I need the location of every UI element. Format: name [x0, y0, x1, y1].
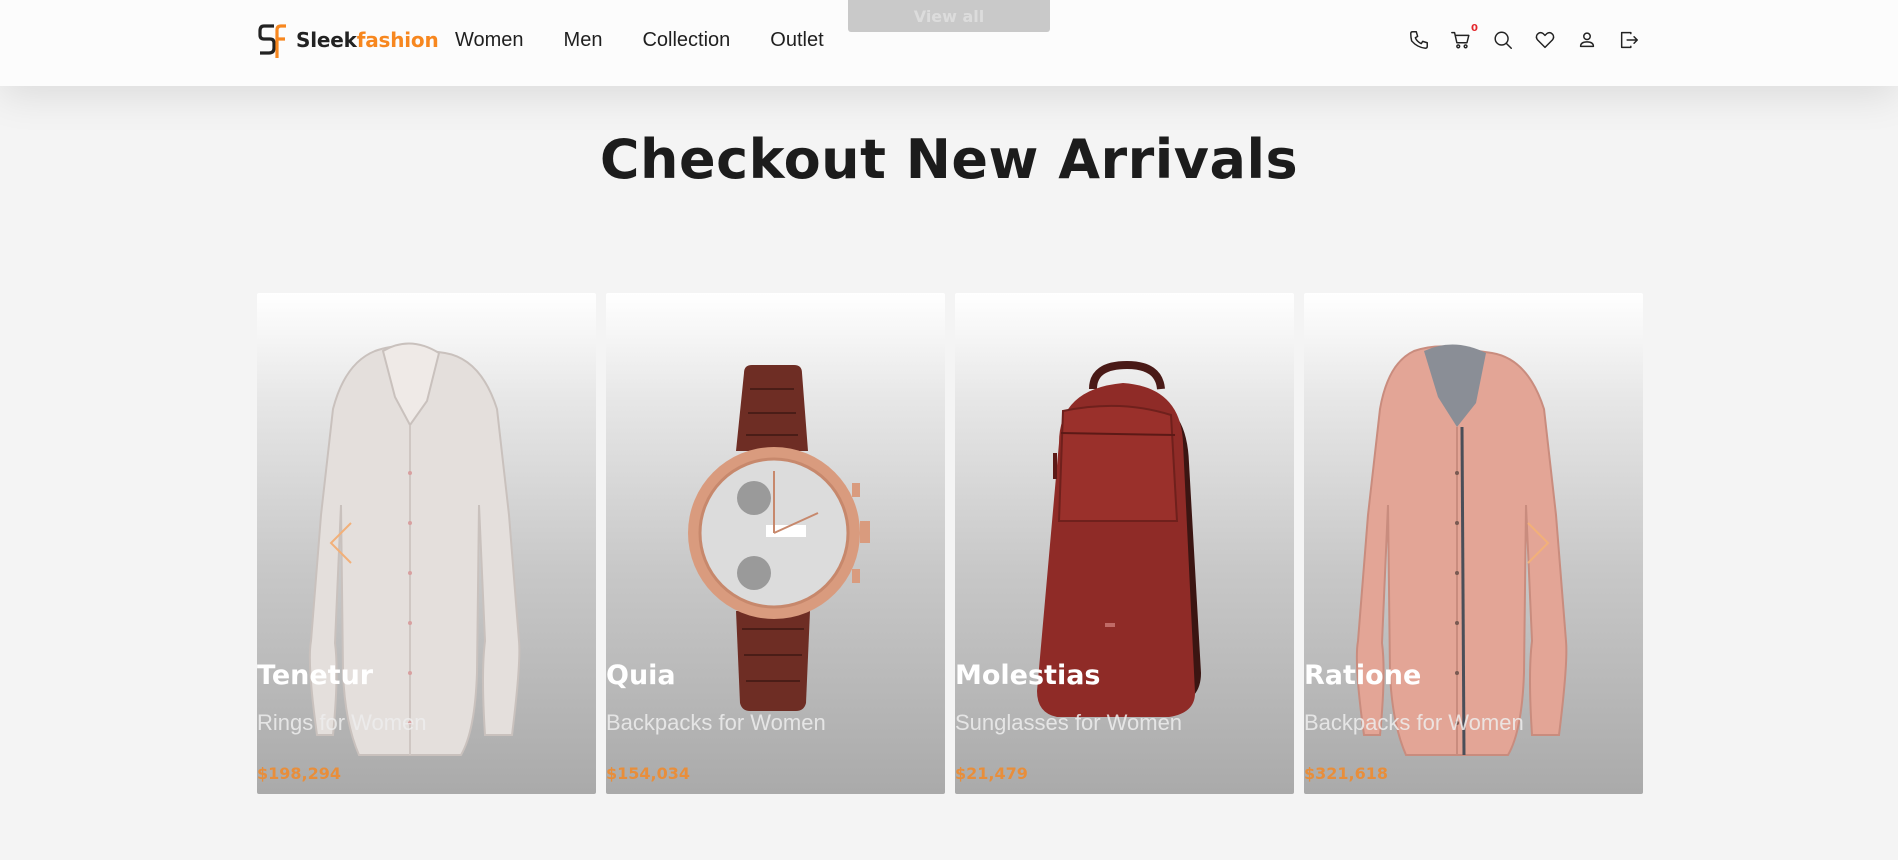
view-all-button[interactable]: View all [848, 0, 1050, 32]
nav-item-outlet[interactable]: Outlet [770, 29, 823, 52]
cart-icon[interactable]: 0 [1440, 23, 1482, 54]
product-name[interactable]: Ratione [1304, 660, 1421, 691]
product-card[interactable]: Molestias Sunglasses for Women $21,479 [955, 293, 1294, 794]
heart-icon[interactable] [1524, 26, 1566, 54]
logo-icon [258, 24, 286, 58]
search-icon[interactable] [1482, 26, 1524, 54]
product-card[interactable]: Tenetur Rings for Women $198,294 [257, 293, 596, 794]
product-category: Backpacks for Women [606, 710, 826, 735]
product-price: $198,294 [257, 764, 342, 783]
product-category: Rings for Women [257, 710, 427, 735]
product-price: $154,034 [606, 764, 691, 783]
nav-item-collection[interactable]: Collection [642, 29, 730, 52]
main-nav: Women Men Collection Outlet [455, 26, 824, 54]
user-icon[interactable] [1566, 26, 1608, 54]
product-carousel: Tenetur Rings for Women $198,294 Quia Ba… [257, 293, 1643, 794]
chevron-right-icon[interactable] [1524, 520, 1552, 566]
nav-item-men[interactable]: Men [564, 29, 603, 52]
site-header: View all Sleekfashion Women Men Collecti… [0, 0, 1898, 86]
header-actions: 0 [1398, 23, 1650, 54]
product-category: Sunglasses for Women [955, 710, 1183, 735]
product-price: $21,479 [955, 764, 1028, 783]
chevron-left-icon[interactable] [327, 520, 355, 566]
product-price: $321,618 [1304, 764, 1389, 783]
nav-item-women[interactable]: Women [455, 29, 524, 52]
product-card[interactable]: Ratione Backpacks for Women $321,618 [1304, 293, 1643, 794]
section-title: Checkout New Arrivals [599, 128, 1299, 191]
cart-count-badge: 0 [1471, 23, 1478, 34]
product-name[interactable]: Quia [606, 660, 676, 691]
logout-icon[interactable] [1608, 26, 1650, 54]
logo[interactable]: Sleekfashion [258, 22, 439, 58]
phone-icon[interactable] [1398, 26, 1440, 54]
product-card[interactable]: Quia Backpacks for Women $154,034 [606, 293, 945, 794]
product-category: Backpacks for Women [1304, 710, 1524, 735]
product-name[interactable]: Tenetur [257, 660, 373, 691]
product-name[interactable]: Molestias [955, 660, 1101, 691]
logo-text: Sleekfashion [296, 28, 439, 52]
